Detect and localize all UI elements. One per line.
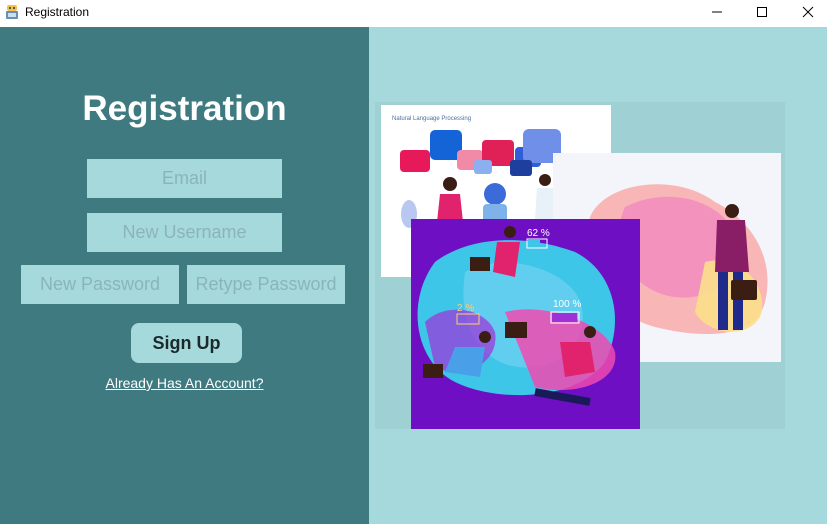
close-button[interactable] [785,0,827,24]
window-titlebar: Registration [0,0,827,27]
email-field[interactable]: Email [87,159,282,198]
maximize-icon [757,7,767,17]
retype-password-field[interactable]: Retype Password [187,265,345,304]
maximize-button[interactable] [739,0,785,24]
window-title: Registration [25,5,90,19]
login-link: Already Has An Account? [0,375,369,391]
login-link-text[interactable]: Already Has An Account? [106,375,264,391]
page-title: Registration [82,89,287,128]
robot-head [484,183,506,205]
minimize-icon [712,11,722,13]
signup-button[interactable]: Sign Up [131,323,242,363]
speech-bubble [474,160,492,174]
username-field[interactable]: New Username [87,213,282,252]
close-icon [802,6,814,18]
speech-bubble [510,160,532,176]
battery-label-2: 2 % [457,303,474,314]
password-field[interactable]: New Password [21,265,179,304]
nlp-card-caption: Natural Language Processing [392,116,471,122]
minimize-button[interactable] [694,0,740,24]
app-icon [6,5,18,19]
speech-bubble [400,150,430,172]
battery-label-62: 62 % [527,228,550,239]
battery-label-100: 100 % [553,299,581,310]
illustration: Natural Language Processing 62 % 2 % 100… [381,105,781,429]
